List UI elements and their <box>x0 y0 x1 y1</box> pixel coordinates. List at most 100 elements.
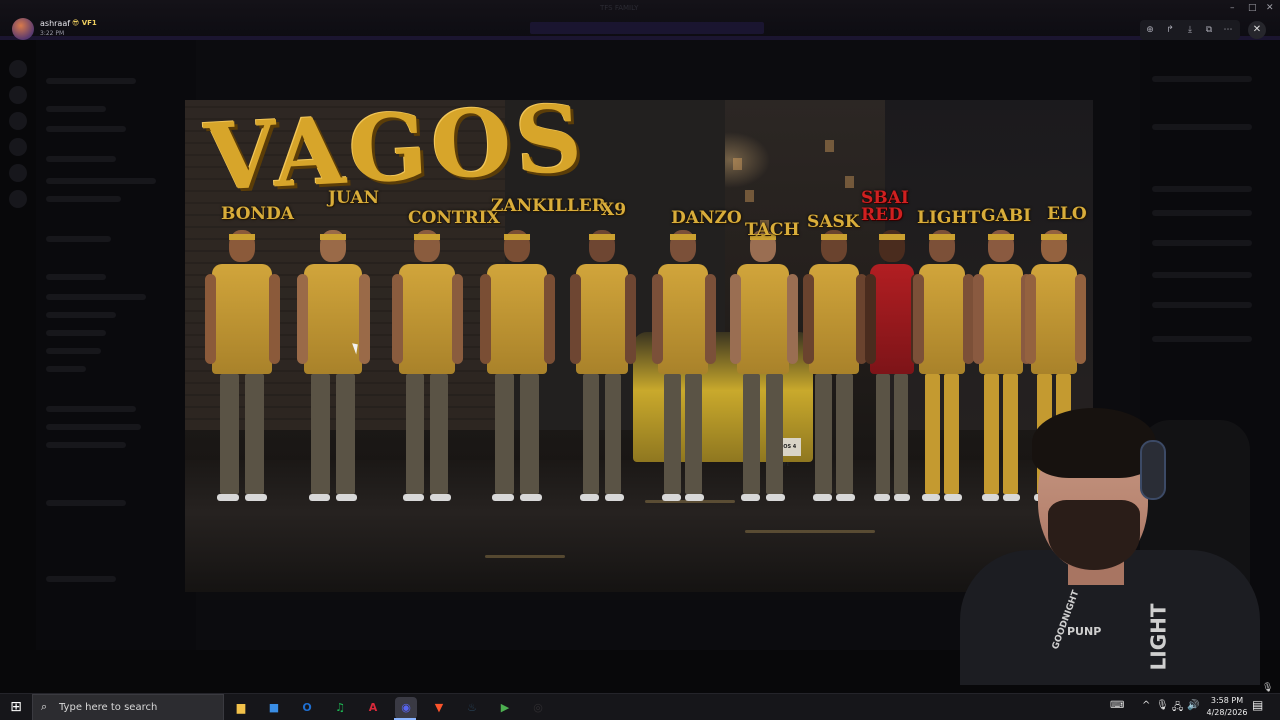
channel-row <box>46 312 116 318</box>
open-external-icon[interactable]: ⧉ <box>1201 22 1217 38</box>
gang-member <box>570 230 637 530</box>
member-name-label: ZANKILLER <box>491 196 606 216</box>
avatar[interactable] <box>12 18 34 40</box>
window-close-button[interactable]: ✕ <box>1266 3 1274 13</box>
member-row <box>1152 124 1252 130</box>
tray-overflow-icon[interactable]: ^ <box>1142 700 1150 711</box>
channel-row <box>46 348 101 354</box>
taskbar-search[interactable]: ⌕ Type here to search <box>32 694 224 720</box>
member-shoe <box>491 494 515 501</box>
download-icon[interactable]: ⤓ <box>1182 22 1198 38</box>
close-viewer-button[interactable]: ✕ <box>1248 21 1266 39</box>
network-icon[interactable]: 🖧 <box>1172 700 1183 717</box>
lit-window <box>845 176 854 188</box>
uploader-name[interactable]: ashraaf <box>40 19 70 28</box>
member-legs <box>219 374 240 494</box>
member-name-label: SASK <box>807 212 860 232</box>
member-shoe <box>922 494 940 501</box>
volume-icon[interactable]: 🔊 <box>1187 700 1199 711</box>
member-row <box>1152 76 1252 82</box>
window-title: TFS FAMILY <box>600 4 639 12</box>
member-shoe <box>661 494 681 501</box>
member-legs <box>815 374 832 494</box>
member-bandana <box>414 234 440 240</box>
member-shoe <box>519 494 543 501</box>
clock-date[interactable]: 4/28/2026 <box>1200 708 1254 717</box>
uploader-badge: 😎 VF1 <box>72 19 97 27</box>
server-icon <box>9 112 27 130</box>
microphone-icon: 🎙 <box>1262 683 1274 693</box>
lit-window <box>733 158 742 170</box>
member-shoe <box>403 494 425 501</box>
share-icon[interactable]: ↱ <box>1162 22 1178 38</box>
lit-window <box>825 140 834 152</box>
channel-row <box>46 78 136 84</box>
spotify-icon[interactable]: ♫ <box>329 697 351 719</box>
member-legs <box>685 374 702 494</box>
member-arm <box>803 274 814 364</box>
brave-icon[interactable]: ▼ <box>428 697 450 719</box>
member-legs <box>894 374 909 494</box>
server-icon <box>9 190 27 208</box>
member-name-label: JUAN <box>328 188 380 208</box>
gang-member <box>392 230 464 530</box>
shirt-text: LIGHT <box>1146 603 1171 671</box>
member-shirt <box>809 264 859 374</box>
channel-row <box>46 366 86 372</box>
keyboard-icon[interactable]: ⌨ <box>1110 700 1124 711</box>
member-name-label: LIGHT <box>917 208 981 228</box>
member-shoe <box>604 494 624 501</box>
member-shoe <box>335 494 358 501</box>
member-shirt <box>212 264 272 374</box>
notifications-icon[interactable]: ▤ <box>1252 698 1263 712</box>
server-list <box>0 40 36 650</box>
member-shoe <box>894 494 911 501</box>
member-legs <box>406 374 425 494</box>
member-bandana <box>821 234 847 240</box>
member-legs <box>743 374 761 494</box>
upload-time: 3:22 PM <box>40 30 65 37</box>
member-shoe <box>244 494 268 501</box>
member-legs <box>924 374 940 494</box>
member-bandana <box>929 234 955 240</box>
channel-row <box>46 274 106 280</box>
discord-icon[interactable]: ◉ <box>395 697 417 719</box>
gang-member <box>297 230 370 530</box>
microsoft-store-icon[interactable]: ■ <box>263 697 285 719</box>
member-row <box>1152 336 1252 342</box>
more-icon[interactable]: ⋯ <box>1220 22 1236 38</box>
file-explorer-icon[interactable]: ▆ <box>230 697 252 719</box>
minimize-button[interactable]: – <box>1230 3 1235 13</box>
member-name-label: CONTRIX <box>408 208 500 228</box>
member-shirt <box>736 264 790 374</box>
member-shirt <box>918 264 966 374</box>
zoom-in-icon[interactable]: ⊕ <box>1142 22 1158 38</box>
adobe-app-icon[interactable]: A <box>362 697 384 719</box>
member-legs <box>664 374 681 494</box>
search-placeholder: Type here to search <box>59 702 158 713</box>
member-name-label: GABI <box>981 206 1032 226</box>
member-shirt <box>658 264 708 374</box>
member-legs <box>335 374 355 494</box>
member-name-label: TACH <box>745 220 800 240</box>
steam-icon[interactable]: ♨ <box>461 697 483 719</box>
channel-row <box>46 442 126 448</box>
media-player-icon[interactable]: ▶ <box>494 697 516 719</box>
member-shirt <box>399 264 455 374</box>
member-name-label: BONDA <box>221 204 294 224</box>
webcam-overlay: GOODNIGHT PUNP LIGHT <box>940 380 1280 685</box>
maximize-button[interactable]: □ <box>1248 3 1257 13</box>
member-row <box>1152 186 1252 192</box>
server-icon <box>9 86 27 104</box>
outlook-icon[interactable]: O <box>296 697 318 719</box>
member-bandana <box>1041 234 1067 240</box>
obs-icon[interactable]: ◎ <box>527 697 549 719</box>
member-shoe <box>812 494 832 501</box>
microphone-tray-icon[interactable]: 🎙 <box>1156 700 1169 711</box>
member-shoe <box>216 494 240 501</box>
gang-member <box>730 230 798 530</box>
screen: TFS FAMILY – □ ✕ ashraaf 😎 VF1 3:22 PM ⊕… <box>0 0 1280 720</box>
clock-time[interactable]: 3:58 PM <box>1202 696 1252 705</box>
windows-icon[interactable]: ⊞ <box>0 694 32 720</box>
member-arm <box>268 274 280 364</box>
